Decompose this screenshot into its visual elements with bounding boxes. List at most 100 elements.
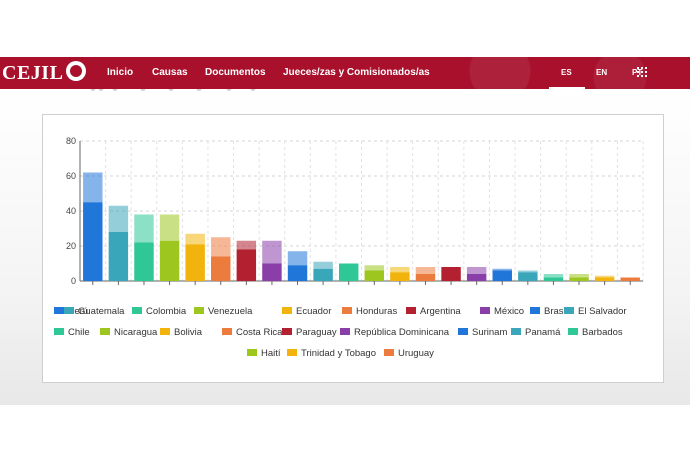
bar-lower-segment bbox=[594, 277, 615, 281]
legend-label: Surinam bbox=[472, 327, 508, 338]
cejil-logo[interactable]: CEJIL bbox=[2, 62, 63, 84]
legend-label: Bolivia bbox=[174, 327, 202, 338]
legend-label: México bbox=[494, 306, 525, 317]
legend-swatch bbox=[54, 328, 64, 335]
bar-lower-segment bbox=[364, 270, 385, 281]
lang-es[interactable]: ES bbox=[561, 68, 572, 77]
bar-upper-segment bbox=[211, 237, 231, 257]
bar-lower-segment bbox=[415, 274, 436, 281]
legend-item[interactable]: Honduras bbox=[342, 306, 397, 318]
legend-item[interactable]: Panamá bbox=[511, 327, 560, 339]
legend-item[interactable]: Nicaragua bbox=[100, 327, 157, 339]
bar-upper-segment bbox=[185, 233, 205, 245]
bar-lower-segment bbox=[543, 277, 564, 281]
bar-upper-segment bbox=[415, 267, 436, 274]
nav-jueces[interactable]: Jueces/zas y Comisionados/as bbox=[283, 67, 430, 78]
legend-swatch bbox=[132, 307, 142, 314]
bar-upper-segment bbox=[83, 172, 103, 203]
bar-lower-segment bbox=[83, 202, 103, 281]
legend-item[interactable]: Surinam bbox=[458, 327, 507, 339]
bar-lower-segment bbox=[492, 270, 512, 281]
bar-lower-segment bbox=[236, 249, 257, 281]
bar-lower-segment bbox=[185, 244, 205, 281]
bar-lower-segment bbox=[620, 277, 640, 281]
cejil-seal-icon bbox=[66, 61, 86, 81]
legend-label: Venezuela bbox=[208, 306, 253, 317]
nav-causas[interactable]: Causas bbox=[152, 67, 188, 78]
legend-item[interactable]: Colombia bbox=[132, 306, 186, 318]
legend-label: Guatemala bbox=[78, 306, 125, 317]
legend-item[interactable]: Barbados bbox=[568, 327, 623, 339]
y-tick-label: 40 bbox=[66, 206, 76, 216]
legend-item[interactable]: Brasil bbox=[530, 306, 568, 318]
legend-item[interactable]: Ecuador bbox=[282, 306, 331, 318]
legend-label: Paraguay bbox=[296, 327, 337, 338]
legend-swatch bbox=[568, 328, 578, 335]
legend-item[interactable]: México bbox=[480, 306, 524, 318]
top-blank-area bbox=[0, 0, 690, 57]
legend-item[interactable]: República Dominicana bbox=[340, 327, 449, 339]
legend-item[interactable]: Paraguay bbox=[282, 327, 337, 339]
y-tick-label: 0 bbox=[71, 276, 76, 286]
apps-grid-icon[interactable] bbox=[637, 67, 649, 77]
legend-item[interactable]: Uruguay bbox=[384, 348, 434, 360]
bar-upper-segment bbox=[364, 265, 385, 271]
legend-label: Uruguay bbox=[398, 348, 434, 359]
legend-swatch bbox=[64, 307, 74, 314]
bar-upper-segment bbox=[287, 251, 308, 266]
cut-off-text-line bbox=[0, 89, 690, 95]
legend-item[interactable]: Trinidad y Tobago bbox=[287, 348, 376, 360]
y-tick-label: 60 bbox=[66, 171, 76, 181]
legend-label: República Dominicana bbox=[354, 327, 450, 338]
legend-swatch bbox=[480, 307, 490, 314]
legend-swatch bbox=[340, 328, 350, 335]
legend-swatch bbox=[342, 307, 352, 314]
legend-swatch bbox=[194, 307, 204, 314]
legend-item[interactable]: Haití bbox=[247, 348, 281, 360]
legend-label: Chile bbox=[68, 327, 90, 338]
legend-label: Nicaragua bbox=[114, 327, 158, 338]
nav-inicio[interactable]: Inicio bbox=[107, 67, 133, 78]
bar-lower-segment bbox=[569, 277, 589, 281]
bar-lower-segment bbox=[211, 256, 231, 281]
y-tick-label: 20 bbox=[66, 241, 76, 251]
bar-upper-segment bbox=[594, 275, 615, 278]
bar-lower-segment bbox=[338, 263, 359, 281]
bar-upper-segment bbox=[159, 214, 180, 241]
bar-upper-segment bbox=[492, 268, 512, 271]
legend-swatch bbox=[282, 328, 292, 335]
legend-item[interactable]: Guatemala bbox=[64, 306, 124, 318]
bar-upper-segment bbox=[134, 214, 154, 243]
bar-lower-segment bbox=[134, 242, 154, 281]
legend-item[interactable]: Costa Rica bbox=[222, 327, 282, 339]
legend-label: Barbados bbox=[582, 327, 623, 338]
bar-upper-segment bbox=[569, 274, 589, 278]
bar-lower-segment bbox=[313, 268, 333, 281]
legend-swatch bbox=[384, 349, 394, 356]
chart-card: 0 20 40 60 80 Perú Guatemala Colombia Venezuela… bbox=[42, 114, 664, 383]
legend-item[interactable]: Chile bbox=[54, 327, 90, 339]
bar-lower-segment bbox=[287, 265, 308, 281]
legend-item[interactable]: Venezuela bbox=[194, 306, 252, 318]
bar-lower-segment bbox=[390, 272, 410, 281]
bar-upper-segment bbox=[390, 267, 410, 273]
bottom-blank-area bbox=[0, 405, 690, 460]
legend-swatch bbox=[406, 307, 416, 314]
legend-item[interactable]: El Salvador bbox=[564, 306, 627, 318]
legend-item[interactable]: Argentina bbox=[406, 306, 461, 318]
bar-upper-segment bbox=[543, 274, 564, 278]
legend-swatch bbox=[100, 328, 110, 335]
legend-swatch bbox=[282, 307, 292, 314]
lang-en[interactable]: EN bbox=[596, 68, 607, 77]
legend-label: Costa Rica bbox=[236, 327, 283, 338]
nav-documentos[interactable]: Documentos bbox=[205, 67, 266, 78]
legend-swatch bbox=[564, 307, 574, 314]
legend-swatch bbox=[287, 349, 297, 356]
legend-label: Colombia bbox=[146, 306, 187, 317]
legend-label: Ecuador bbox=[296, 306, 332, 317]
bar-upper-segment bbox=[518, 270, 538, 273]
bar-upper-segment bbox=[313, 261, 333, 269]
legend-swatch bbox=[160, 328, 170, 335]
legend-item[interactable]: Bolivia bbox=[160, 327, 202, 339]
legend-swatch bbox=[530, 307, 540, 314]
